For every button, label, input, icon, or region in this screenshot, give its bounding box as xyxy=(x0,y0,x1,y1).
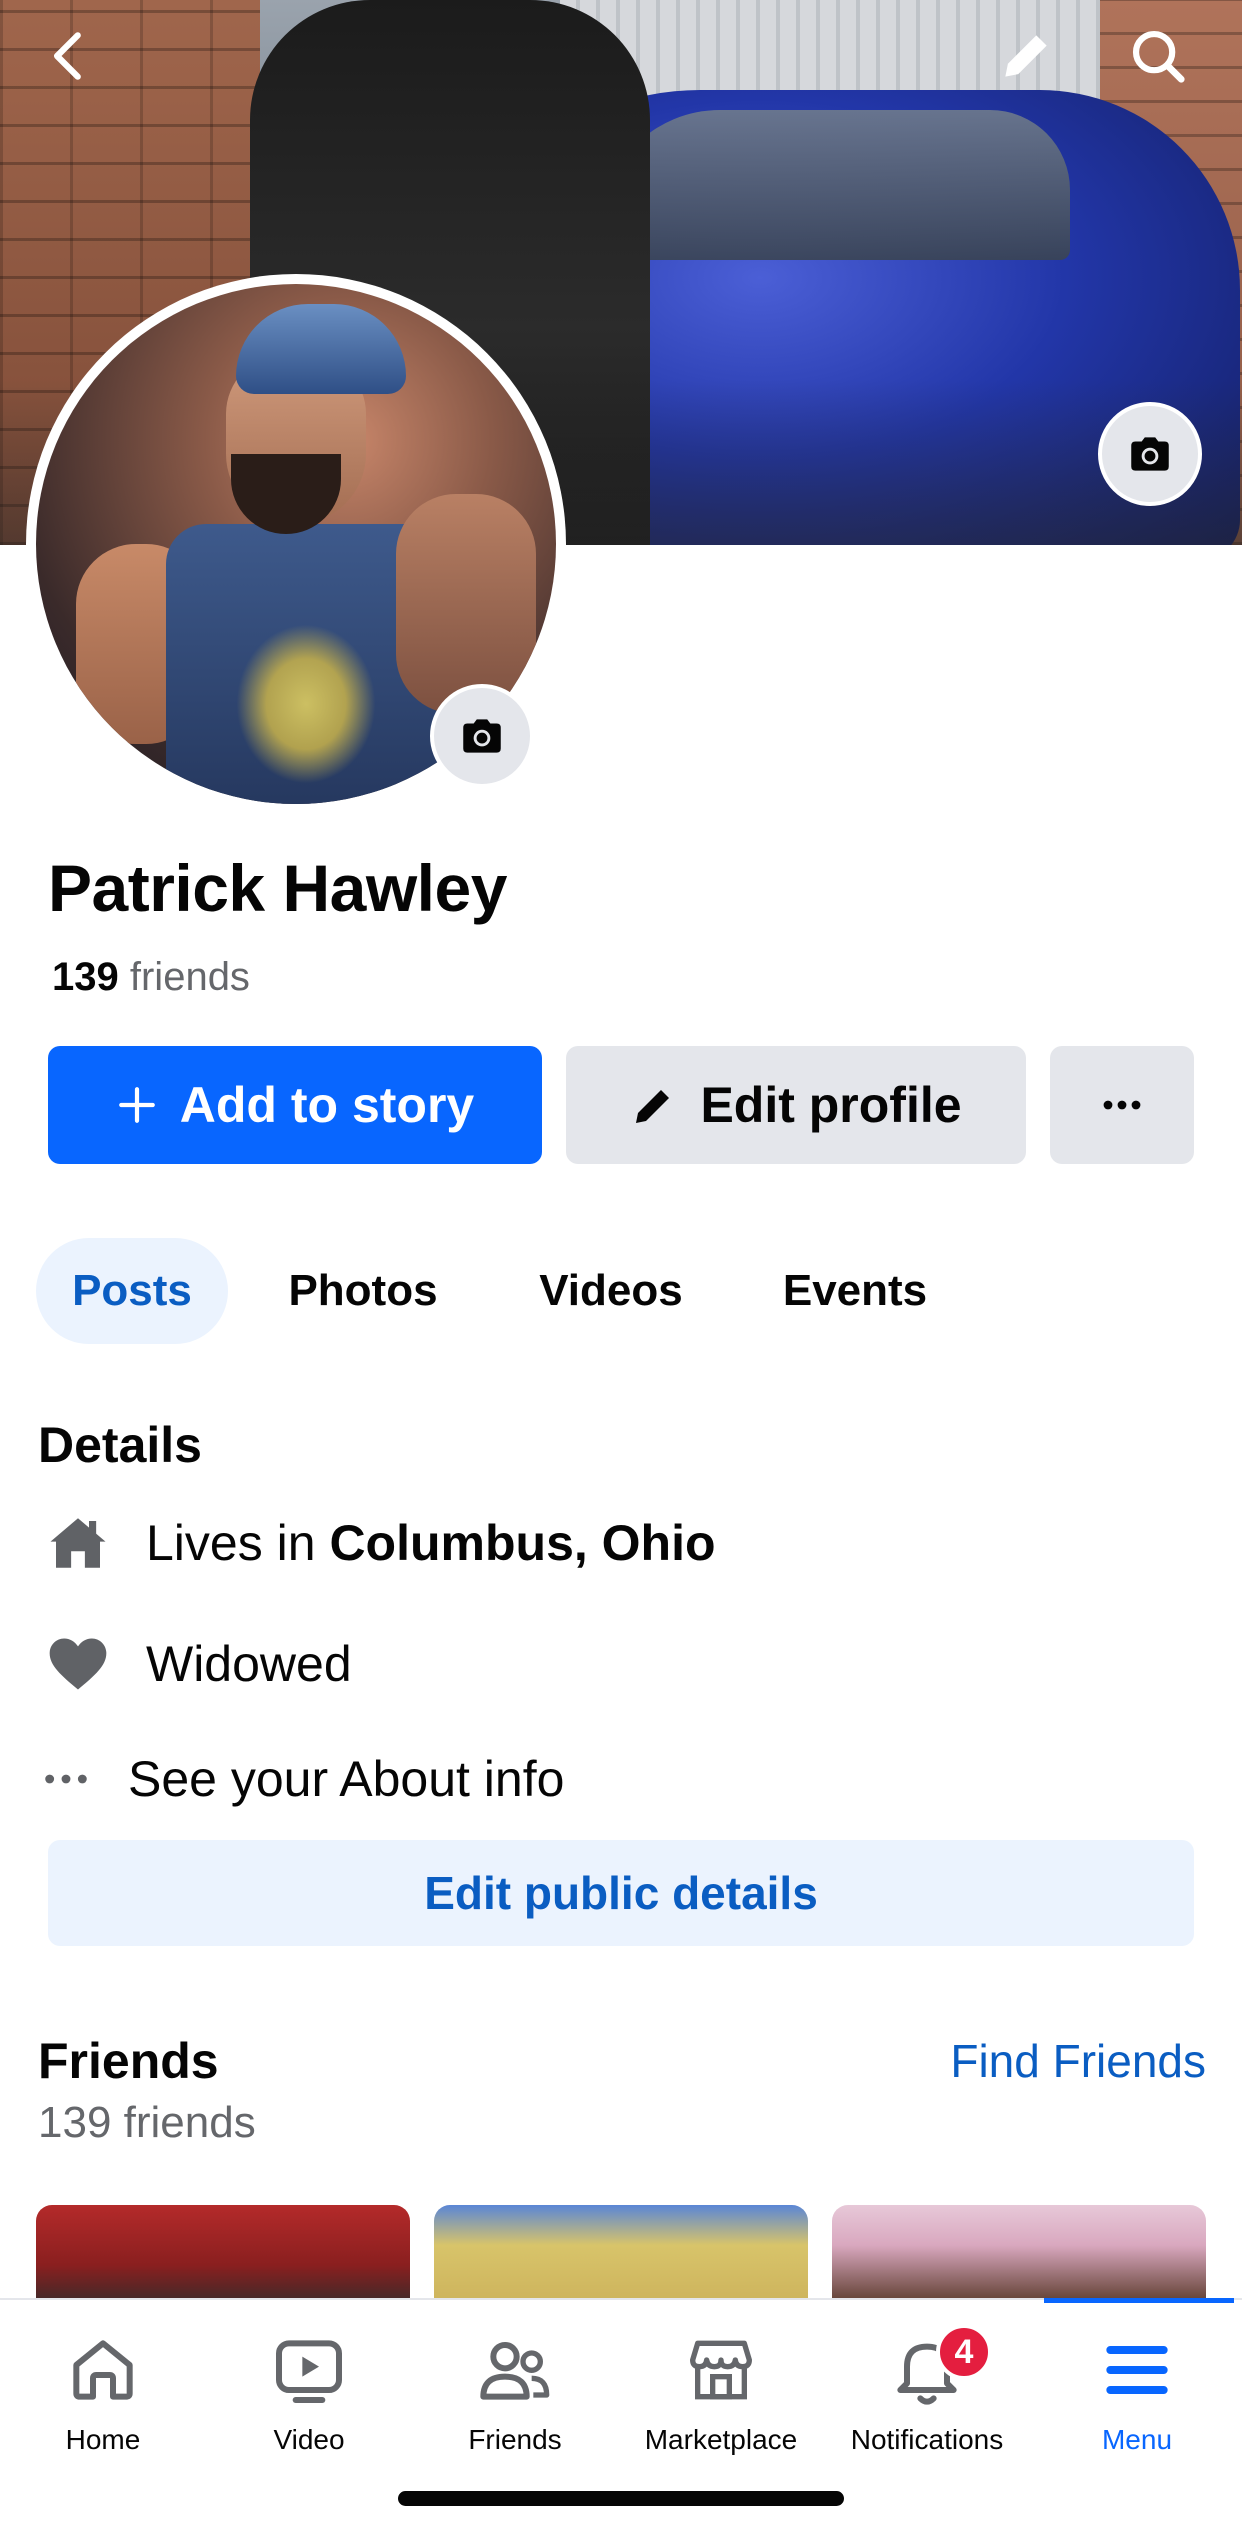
ellipsis-icon xyxy=(1103,1100,1141,1110)
tab-videos[interactable]: Videos xyxy=(506,1238,716,1344)
friends-subtitle: 139 friends xyxy=(38,2098,256,2147)
tab-events[interactable]: Events xyxy=(754,1238,956,1344)
pencil-icon xyxy=(1005,35,1047,77)
nav-home[interactable]: Home xyxy=(0,2330,206,2456)
profile-name: Patrick Hawley xyxy=(48,851,507,925)
back-button[interactable] xyxy=(30,16,110,96)
photo-shirt-logo xyxy=(236,624,376,784)
nav-menu-label: Menu xyxy=(1101,2424,1173,2455)
nav-video-label: Video xyxy=(273,2424,345,2455)
more-options-button[interactable] xyxy=(1050,1046,1194,1164)
active-tab-indicator xyxy=(1044,2298,1234,2303)
home-indicator xyxy=(398,2491,844,2506)
friends-count[interactable]: 139 friends xyxy=(52,955,250,1000)
menu-icon xyxy=(1106,2346,1168,2394)
camera-icon xyxy=(1131,437,1169,471)
edit-profile-label: Edit profile xyxy=(700,1077,962,1133)
friend-thumbnail[interactable] xyxy=(36,2205,410,2305)
see-about-info-link[interactable]: See your About info xyxy=(26,1750,564,1808)
nav-video[interactable]: Video xyxy=(206,2330,412,2456)
notifications-badge: 4 xyxy=(936,2324,992,2380)
friends-word: friends xyxy=(129,955,250,999)
marketplace-icon xyxy=(690,2340,752,2400)
home-icon xyxy=(38,1510,118,1576)
friend-thumbnail[interactable] xyxy=(832,2205,1206,2305)
edit-profile-button[interactable]: Edit profile xyxy=(566,1046,1026,1164)
search-icon xyxy=(1132,30,1185,83)
nav-home-label: Home xyxy=(65,2424,141,2455)
photo-cap xyxy=(236,304,406,394)
pencil-icon xyxy=(630,1081,678,1129)
find-friends-link[interactable]: Find Friends xyxy=(950,2034,1206,2088)
nav-friends-label: Friends xyxy=(468,2424,562,2455)
tab-photos[interactable]: Photos xyxy=(256,1238,470,1344)
nav-notifications[interactable]: 4 Notifications xyxy=(824,2324,1030,2456)
chevron-left-icon xyxy=(53,32,81,80)
detail-relationship: Widowed xyxy=(38,1630,352,1698)
home-icon xyxy=(73,2340,133,2400)
heart-icon xyxy=(38,1630,118,1698)
nav-marketplace-label: Marketplace xyxy=(644,2424,798,2455)
friend-thumbnail[interactable] xyxy=(434,2205,808,2305)
add-to-story-button[interactable]: Add to story xyxy=(48,1046,542,1164)
nav-friends[interactable]: Friends xyxy=(412,2330,618,2456)
lives-in-prefix: Lives in xyxy=(146,1515,330,1571)
video-icon xyxy=(276,2340,342,2403)
see-about-info-label: See your About info xyxy=(128,1751,565,1807)
edit-cover-button[interactable] xyxy=(986,16,1066,96)
friends-number: 139 xyxy=(52,955,119,999)
details-title: Details xyxy=(38,1417,202,1473)
cover-camera-button[interactable] xyxy=(1098,402,1202,506)
detail-lives-in: Lives in Columbus, Ohio xyxy=(38,1510,716,1576)
photo-beard xyxy=(231,454,341,534)
add-to-story-label: Add to story xyxy=(179,1077,475,1133)
camera-icon xyxy=(463,719,501,753)
friends-title: Friends xyxy=(38,2033,219,2089)
edit-public-details-button[interactable]: Edit public details xyxy=(48,1840,1194,1946)
tab-posts[interactable]: Posts xyxy=(36,1238,228,1344)
nav-marketplace[interactable]: Marketplace xyxy=(618,2330,824,2456)
nav-notifications-label: Notifications xyxy=(850,2424,1004,2455)
profile-camera-button[interactable] xyxy=(430,684,534,788)
friends-icon xyxy=(480,2342,550,2400)
plus-icon xyxy=(116,1084,158,1126)
relationship-label: Widowed xyxy=(146,1636,352,1692)
cover-windshield xyxy=(600,110,1070,260)
photo-arm-right xyxy=(396,494,536,714)
lives-in-city: Columbus, Ohio xyxy=(329,1515,716,1571)
search-button[interactable] xyxy=(1118,16,1198,96)
ellipsis-icon xyxy=(26,1751,106,1807)
nav-menu[interactable]: Menu xyxy=(1034,2330,1240,2456)
